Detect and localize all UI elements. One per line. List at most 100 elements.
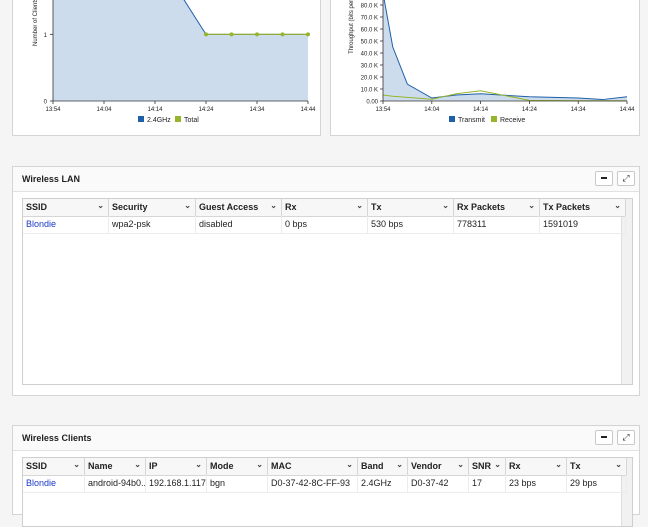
- table-row[interactable]: Blondie wpa2-psk disabled 0 bps 530 bps 77831…: [23, 216, 626, 234]
- y-tick-label: 80.0 K: [361, 4, 378, 10]
- table-row[interactable]: Blondie android-94b0... 192.168.1.117 bgn D0…: [23, 475, 627, 493]
- table-cell: wpa2-psk: [109, 216, 196, 233]
- table-cell: bgn: [207, 475, 268, 492]
- expand-button[interactable]: ⤢: [617, 430, 635, 445]
- chevron-down-icon[interactable]: ⌄: [346, 460, 353, 469]
- column-header-mac[interactable]: MAC ⌄: [268, 458, 358, 475]
- ssid-link[interactable]: Blondie: [23, 475, 85, 492]
- chevron-down-icon[interactable]: ⌄: [73, 460, 80, 469]
- column-header-label: SSID: [26, 202, 48, 212]
- x-tick-label: 13:54: [45, 107, 61, 113]
- column-header-rx[interactable]: Rx ⌄: [506, 458, 567, 475]
- y-tick-label: 50.0 K: [361, 40, 378, 46]
- column-header-guest-access[interactable]: Guest Access ⌄: [196, 199, 282, 216]
- column-header-ssid[interactable]: SSID ⌄: [23, 199, 109, 216]
- column-header-tx[interactable]: Tx ⌄: [567, 458, 627, 475]
- table-cell: 0 bps: [282, 216, 368, 233]
- legend-label: 2.4GHz: [147, 117, 171, 124]
- chevron-down-icon[interactable]: ⌄: [614, 201, 621, 210]
- table-header: SSID ⌄ Name ⌄ IP ⌄ Mode ⌄ MAC ⌄ Band ⌄ Vendor ⌄ SNR ⌄ Rx…: [23, 458, 627, 476]
- table-cell: 29 bps: [567, 475, 627, 492]
- column-header-label: Band: [361, 461, 384, 471]
- x-tick-label: 14:04: [424, 107, 440, 113]
- chevron-down-icon[interactable]: ⌄: [134, 460, 141, 469]
- y-tick-label: 20.0 K: [361, 76, 378, 82]
- x-tick-label: 14:14: [473, 107, 489, 113]
- minus-icon: [601, 435, 607, 438]
- chevron-down-icon[interactable]: ⌄: [256, 460, 263, 469]
- wireless-clients-table: SSID ⌄ Name ⌄ IP ⌄ Mode ⌄ MAC ⌄ Band ⌄ Vendor ⌄ SNR ⌄ Rx…: [22, 457, 633, 527]
- column-header-rx[interactable]: Rx ⌄: [282, 199, 368, 216]
- table-cell: D0-37-42-8C-FF-93: [268, 475, 358, 492]
- table-header: SSID ⌄ Security ⌄ Guest Access ⌄ Rx ⌄ Tx ⌄ Rx Pack…: [23, 199, 626, 217]
- y-tick-label: 60.0 K: [361, 28, 378, 34]
- column-header-label: SNR: [472, 461, 492, 471]
- y-axis-label: Throughput (bits per s...: [349, 0, 355, 54]
- column-header-label: IP: [149, 461, 158, 471]
- column-header-vendor[interactable]: Vendor ⌄: [408, 458, 469, 475]
- column-header-security[interactable]: Security ⌄: [109, 199, 196, 216]
- chevron-down-icon[interactable]: ⌄: [528, 201, 535, 210]
- wireless-clients-header: Wireless Clients ⤢: [13, 426, 639, 451]
- legend-swatch: [449, 116, 455, 122]
- column-header-label: Rx: [285, 202, 297, 212]
- x-tick-label: 14:24: [198, 107, 214, 113]
- chevron-down-icon[interactable]: ⌄: [184, 201, 191, 210]
- table-cell: 17: [469, 475, 506, 492]
- column-header-label: Rx: [509, 461, 521, 471]
- column-header-ssid[interactable]: SSID ⌄: [23, 458, 85, 475]
- chevron-down-icon[interactable]: ⌄: [555, 460, 562, 469]
- expand-button[interactable]: ⤢: [617, 171, 635, 186]
- chevron-down-icon[interactable]: ⌄: [494, 460, 501, 469]
- chevron-down-icon[interactable]: ⌄: [396, 460, 403, 469]
- table-cell: 2.4GHz: [358, 475, 408, 492]
- minus-icon: [601, 176, 607, 179]
- series-total-point: [255, 32, 259, 37]
- column-header-label: MAC: [271, 461, 292, 471]
- column-header-rx-packets[interactable]: Rx Packets ⌄: [454, 199, 540, 216]
- y-tick-label: 0.00: [366, 100, 378, 106]
- series-total-point: [280, 32, 285, 37]
- column-header-mode[interactable]: Mode ⌄: [207, 458, 268, 475]
- column-header-tx[interactable]: Tx ⌄: [368, 199, 454, 216]
- minimize-button[interactable]: [595, 171, 613, 186]
- column-header-label: SSID: [26, 461, 48, 471]
- series-transmit-area: [383, 0, 627, 101]
- table-cell: 192.168.1.117: [146, 475, 207, 492]
- series-total-point: [229, 32, 234, 37]
- chevron-down-icon[interactable]: ⌄: [195, 460, 202, 469]
- table-cell: 778311: [454, 216, 540, 233]
- column-header-name[interactable]: Name ⌄: [85, 458, 146, 475]
- column-header-label: Security: [112, 202, 148, 212]
- chevron-down-icon[interactable]: ⌄: [270, 201, 277, 210]
- table-cell: 1591019: [540, 216, 626, 233]
- y-tick-label: 40.0 K: [361, 52, 378, 58]
- table-cell: disabled: [196, 216, 282, 233]
- clients-chart: 1 013:54 14:04 14:14 14:24 14:34 14:44 Number o…: [33, 0, 316, 124]
- wireless-clients-title: Wireless Clients: [22, 433, 92, 443]
- chevron-down-icon[interactable]: ⌄: [442, 201, 449, 210]
- wireless-lan-table: SSID ⌄ Security ⌄ Guest Access ⌄ Rx ⌄ Tx ⌄ Rx Pack…: [22, 198, 633, 385]
- y-axis-label: Number of Clients: [33, 0, 39, 46]
- column-header-label: Vendor: [411, 461, 442, 471]
- minimize-button[interactable]: [595, 430, 613, 445]
- column-header-band[interactable]: Band ⌄: [358, 458, 408, 475]
- wireless-lan-title: Wireless LAN: [22, 174, 80, 184]
- chevron-down-icon[interactable]: ⌄: [97, 201, 104, 210]
- column-header-tx-packets[interactable]: Tx Packets ⌄: [540, 199, 626, 216]
- ssid-link[interactable]: Blondie: [23, 216, 109, 233]
- legend-swatch: [175, 116, 181, 122]
- y-tick-label: 10.0 K: [361, 88, 378, 94]
- wireless-lan-panel: Wireless LAN ⤢ SSID ⌄ Security ⌄ Guest Acces…: [12, 166, 640, 396]
- chevron-down-icon[interactable]: ⌄: [457, 460, 464, 469]
- table-cell: D0-37-42: [408, 475, 469, 492]
- table-cell: 530 bps: [368, 216, 454, 233]
- x-tick-label: 14:24: [522, 107, 538, 113]
- column-header-ip[interactable]: IP ⌄: [146, 458, 207, 475]
- wireless-clients-panel: Wireless Clients ⤢ SSID ⌄ Name ⌄ IP ⌄ Mode ⌄ MAC…: [12, 425, 640, 527]
- column-header-label: Rx Packets: [457, 202, 506, 212]
- column-header-snr[interactable]: SNR ⌄: [469, 458, 506, 475]
- chevron-down-icon[interactable]: ⌄: [615, 460, 622, 469]
- y-tick-label: 30.0 K: [361, 64, 378, 70]
- chevron-down-icon[interactable]: ⌄: [356, 201, 363, 210]
